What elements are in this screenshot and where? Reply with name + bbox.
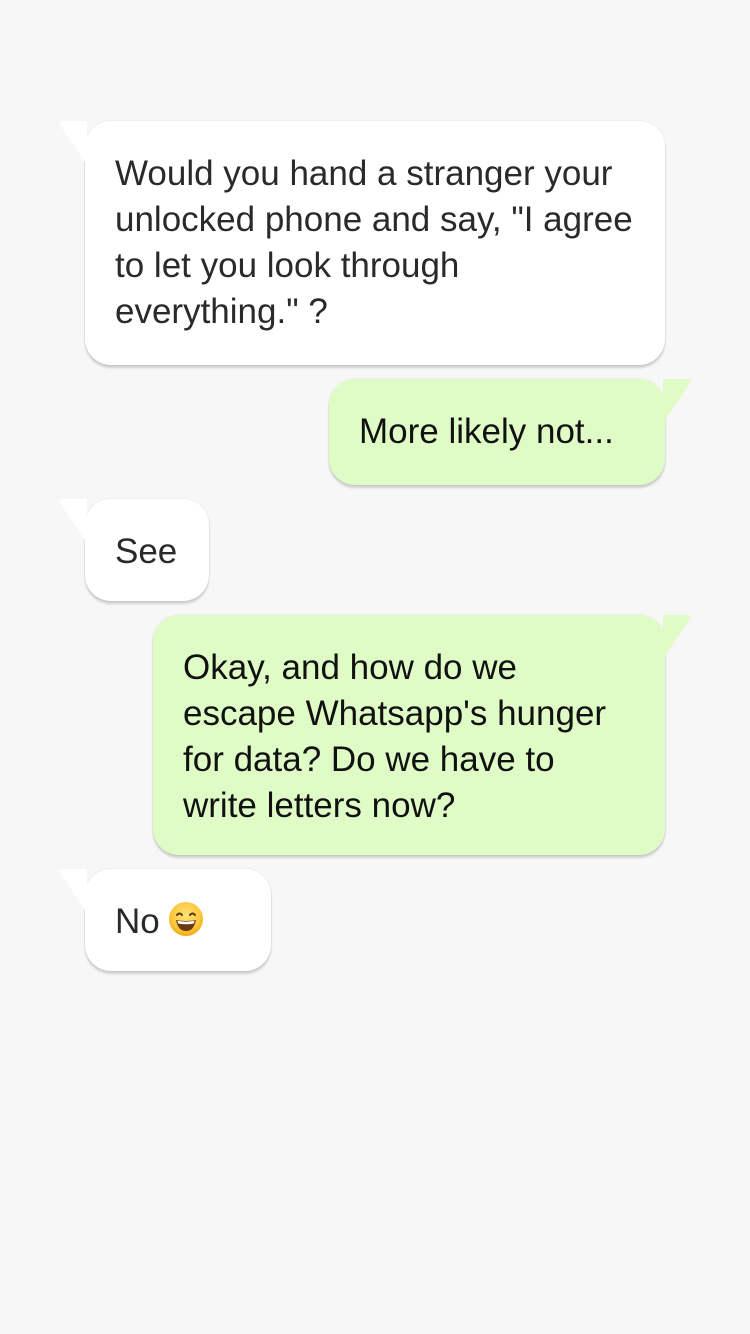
bubble-tail-icon — [59, 499, 87, 543]
message-text: See — [115, 532, 178, 571]
message-bubble-incoming[interactable]: Would you hand a stranger your unlocked … — [59, 121, 665, 365]
bubble-tail-icon — [59, 121, 87, 165]
grinning-face-icon — [168, 902, 203, 936]
bubble-tail-icon — [663, 379, 691, 423]
message-bubble-incoming[interactable]: No — [59, 869, 271, 971]
message-text: More likely not... — [359, 412, 614, 451]
message-text-content: No — [115, 902, 160, 941]
message-text: No — [115, 899, 241, 945]
message-bubble-outgoing[interactable]: Okay, and how do we escape Whatsapp's hu… — [153, 615, 691, 855]
message-text: Okay, and how do we escape Whatsapp's hu… — [183, 648, 607, 825]
bubble-tail-icon — [663, 615, 691, 659]
message-text: Would you hand a stranger your unlocked … — [115, 154, 633, 331]
bubble-tail-icon — [59, 869, 87, 913]
message-bubble-incoming[interactable]: See — [59, 499, 209, 601]
message-bubble-outgoing[interactable]: More likely not... — [329, 379, 691, 485]
